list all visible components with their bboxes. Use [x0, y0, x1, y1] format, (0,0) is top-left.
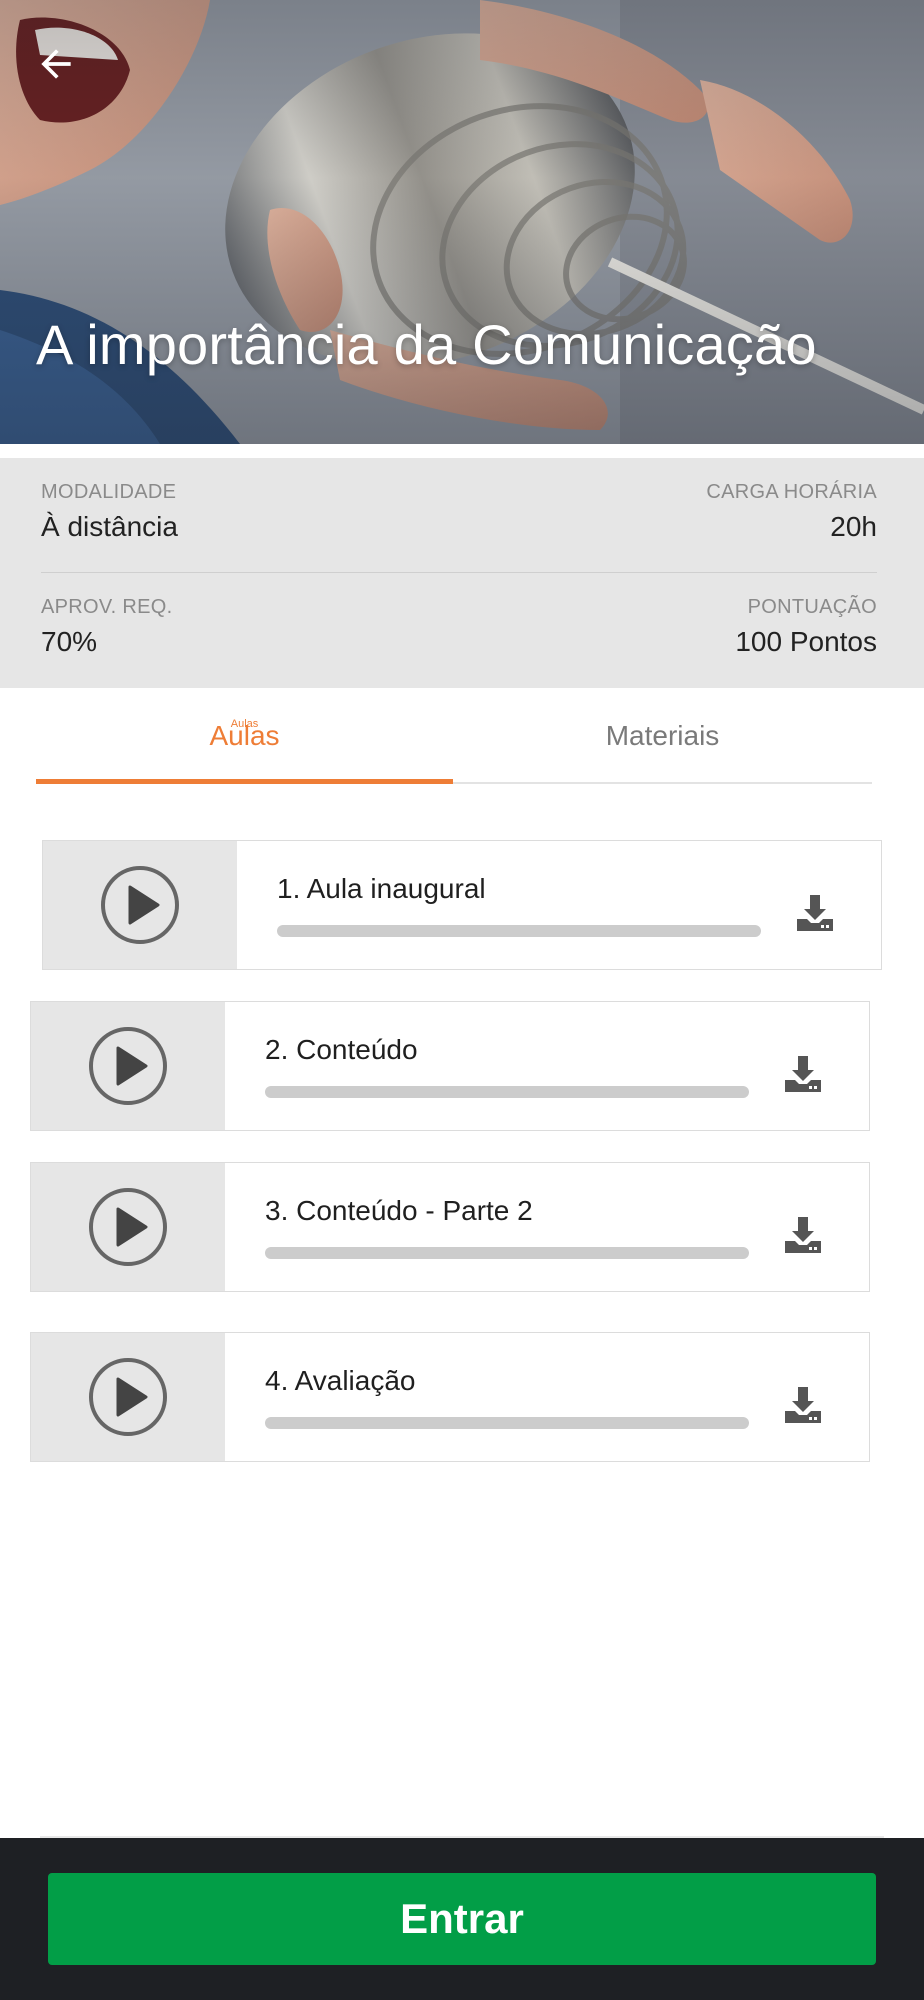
- info-row-1: MODALIDADE À distância CARGA HORÁRIA 20h: [41, 458, 877, 573]
- modalidade-field: MODALIDADE À distância: [41, 480, 178, 544]
- lesson-title: 1. Aula inaugural: [277, 873, 486, 904]
- download-icon[interactable]: [781, 1383, 825, 1427]
- lesson-title: 3. Conteúdo - Parte 2: [265, 1195, 533, 1226]
- lesson-card-2[interactable]: 2. Conteúdo: [30, 1001, 870, 1131]
- download-icon[interactable]: [781, 1052, 825, 1096]
- lesson-progress-bar: [265, 1417, 749, 1429]
- download-icon[interactable]: [793, 891, 837, 935]
- info-row-2: APROV. REQ. 70% PONTUAÇÃO 100 Pontos: [41, 573, 877, 688]
- aprovacao-label: APROV. REQ.: [41, 596, 173, 618]
- pontuacao-label: PONTUAÇÃO: [747, 596, 877, 618]
- pontuacao-field: PONTUAÇÃO 100 Pontos: [735, 595, 877, 659]
- lesson-card-4[interactable]: 4. Avaliação: [30, 1332, 870, 1462]
- lesson-card-1[interactable]: 1. Aula inaugural: [42, 840, 882, 970]
- course-info-panel: MODALIDADE À distância CARGA HORÁRIA 20h…: [0, 458, 924, 688]
- tab-materiais-label: Materiais: [605, 720, 720, 751]
- lesson-thumbnail: [31, 1163, 225, 1291]
- modalidade-value: À distância: [41, 511, 178, 542]
- lesson-thumbnail: [43, 841, 237, 969]
- carga-horaria-value: 20h: [830, 511, 877, 542]
- course-hero-banner: A importância da Comunicação: [0, 0, 924, 444]
- lesson-thumbnail: [31, 1333, 225, 1461]
- hero-overlay: [0, 0, 924, 444]
- enter-button[interactable]: Entrar: [48, 1873, 876, 1965]
- lesson-title: 2. Conteúdo: [265, 1034, 418, 1065]
- lesson-title: 4. Avaliação: [265, 1365, 416, 1396]
- back-button[interactable]: [28, 36, 84, 92]
- play-circle-icon[interactable]: [88, 1026, 168, 1106]
- pontuacao-value: 100 Pontos: [735, 626, 877, 657]
- active-tab-indicator: [36, 779, 453, 784]
- course-title: A importância da Comunicação: [36, 313, 817, 376]
- lesson-thumbnail: [31, 1002, 225, 1130]
- lesson-progress-bar: [265, 1247, 749, 1259]
- arrow-left-icon: [41, 49, 71, 79]
- course-tabs: Aulas Aulas Materiais: [36, 688, 872, 784]
- tab-aulas[interactable]: Aulas: [36, 688, 453, 784]
- download-icon[interactable]: [781, 1213, 825, 1257]
- lesson-progress-bar: [265, 1086, 749, 1098]
- aprovacao-field: APROV. REQ. 70%: [41, 595, 173, 659]
- carga-horaria-label: CARGA HORÁRIA: [706, 481, 877, 503]
- tab-materiais[interactable]: Materiais: [453, 688, 872, 784]
- tab-aulas-ghost-label: Aulas: [230, 718, 259, 730]
- footer-bar: Entrar: [0, 1838, 924, 2000]
- carga-horaria-field: CARGA HORÁRIA 20h: [706, 480, 877, 544]
- play-circle-icon[interactable]: [100, 865, 180, 945]
- lesson-card-3[interactable]: 3. Conteúdo - Parte 2: [30, 1162, 870, 1292]
- modalidade-label: MODALIDADE: [41, 481, 177, 503]
- play-circle-icon[interactable]: [88, 1357, 168, 1437]
- lesson-progress-bar: [277, 925, 761, 937]
- aprovacao-value: 70%: [41, 626, 98, 657]
- play-circle-icon[interactable]: [88, 1187, 168, 1267]
